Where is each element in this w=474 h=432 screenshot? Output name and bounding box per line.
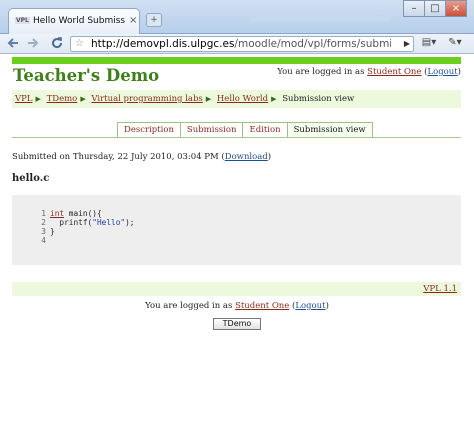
breadcrumb-current: Submission view	[282, 94, 355, 104]
browser-tab[interactable]: VPL Hello World Submission ... ×	[8, 8, 140, 34]
vpl-version-link[interactable]: VPL 1.1	[423, 284, 457, 294]
tab-title: Hello World Submission ...	[33, 16, 125, 26]
logout-link[interactable]: Logout	[427, 67, 457, 77]
star-icon[interactable]: ☆	[75, 37, 84, 51]
new-tab-button[interactable]: +	[146, 13, 162, 27]
tab-description[interactable]: Description	[117, 122, 181, 138]
breadcrumb-hello-world[interactable]: Hello World	[217, 94, 268, 104]
code-viewer: 1 int main(){ 2 printf("Hello"); 3} 4	[12, 195, 461, 265]
back-icon[interactable]	[4, 36, 22, 52]
tools-menu-icon[interactable]: ✎▾	[444, 37, 466, 51]
reload-icon[interactable]	[48, 36, 66, 52]
maximize-button[interactable]: □	[424, 0, 446, 17]
code-line: 1 int main(){	[41, 209, 102, 218]
breadcrumb-arrow-icon: ▶	[80, 95, 86, 103]
forward-icon[interactable]	[24, 36, 42, 52]
header-accent-bar	[12, 57, 461, 64]
tab-edition[interactable]: Edition	[242, 122, 288, 138]
breadcrumb-virtual-labs[interactable]: Virtual programming labs	[91, 94, 202, 104]
file-name: hello.c	[12, 173, 50, 184]
address-bar[interactable]: ☆ http://demovpl.dis.ulpgc.es/moodle/mod…	[70, 36, 414, 52]
breadcrumb-arrow-icon: ▶	[205, 95, 212, 103]
footer-bar: VPL 1.1	[12, 282, 461, 296]
vpl-favicon-icon: VPL	[15, 17, 30, 24]
tab-submission[interactable]: Submission	[179, 122, 244, 138]
login-info: You are logged in as Student One (Logout…	[277, 67, 461, 77]
breadcrumb-arrow-icon: ▶	[271, 95, 277, 103]
go-icon[interactable]: ▶	[404, 37, 410, 51]
page-menu-icon[interactable]: ▤▾	[420, 37, 438, 51]
tab-close-icon[interactable]: ×	[129, 15, 137, 26]
breadcrumb-tdemo[interactable]: TDemo	[47, 94, 78, 104]
browser-titlebar: VPL Hello World Submission ... × + – □ ×	[0, 0, 474, 34]
breadcrumb-arrow-icon: ▶	[35, 95, 41, 103]
code-listing: 1 int main(){ 2 printf("Hello"); 3} 4	[36, 209, 135, 245]
close-window-button[interactable]: ×	[445, 0, 467, 17]
user-link[interactable]: Student One	[367, 67, 421, 77]
window-controls: – □ ×	[403, 0, 467, 18]
tab-submission-view[interactable]: Submission view	[286, 122, 373, 138]
code-line: 3}	[41, 227, 55, 236]
minimize-button[interactable]: –	[403, 0, 425, 17]
footer-logout-link[interactable]: Logout	[295, 301, 325, 311]
tabs-underline	[12, 137, 461, 138]
code-line: 4	[41, 236, 46, 245]
browser-toolbar: ☆ http://demovpl.dis.ulpgc.es/moodle/mod…	[0, 34, 474, 54]
code-line: 2 printf("Hello");	[41, 218, 135, 227]
background-tab-ghost	[250, 10, 390, 22]
footer-user-link[interactable]: Student One	[235, 301, 289, 311]
footer-login-info: You are logged in as Student One (Logout…	[145, 301, 329, 311]
home-button[interactable]: TDemo	[213, 318, 261, 330]
url-text[interactable]: http://demovpl.dis.ulpgc.es/moodle/mod/v…	[91, 37, 391, 51]
breadcrumb: VPL ▶ TDemo ▶ Virtual programming labs ▶ He…	[12, 90, 461, 108]
vpl-tabs: Description Submission Edition Submissio…	[117, 122, 373, 138]
download-link[interactable]: Download	[225, 152, 268, 162]
breadcrumb-vpl[interactable]: VPL	[15, 94, 33, 104]
submission-date: Submitted on Thursday, 22 July 2010, 03:…	[12, 152, 272, 162]
site-title: Teacher's Demo	[13, 66, 160, 85]
